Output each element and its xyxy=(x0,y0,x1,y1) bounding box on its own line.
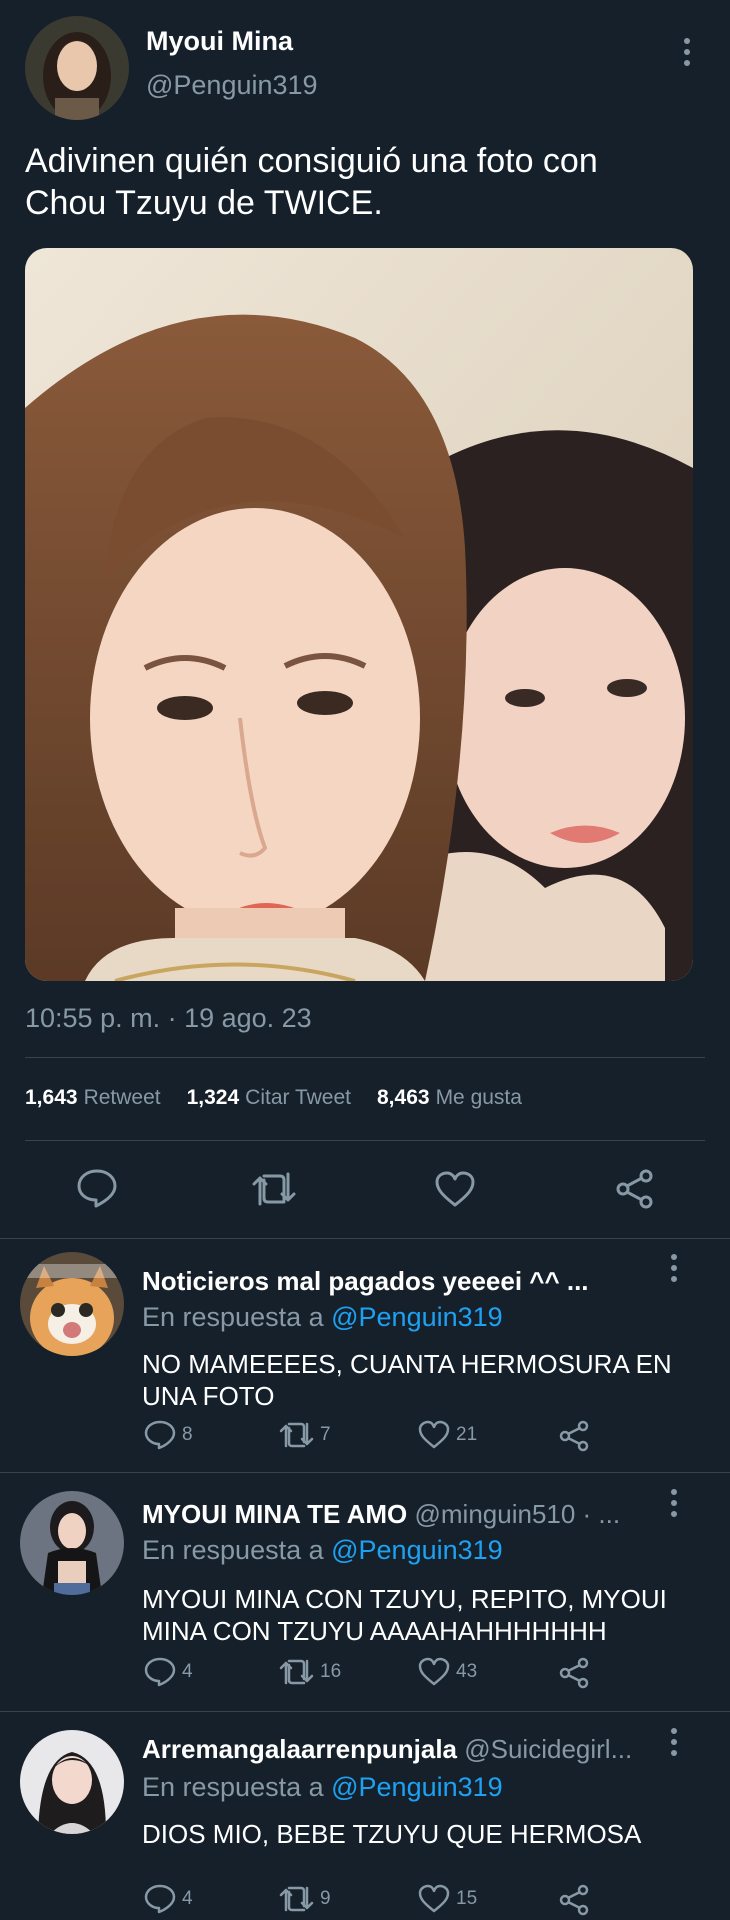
retweet-label: Retweet xyxy=(83,1086,161,1109)
tweet-photo[interactable] xyxy=(25,248,693,981)
like-label: Me gusta xyxy=(435,1086,522,1109)
share-icon[interactable] xyxy=(614,1168,656,1210)
reply-author-name[interactable]: Arremangalaarrenpunjala @Suicidegirl... xyxy=(142,1734,662,1765)
like-count: 15 xyxy=(456,1888,478,1909)
quote-label: Citar Tweet xyxy=(245,1086,351,1109)
reply-count: 4 xyxy=(182,1888,193,1909)
reply-text-line-1: NO MAMEEEES, CUANTA HERMOSURA EN xyxy=(142,1349,672,1379)
reply-text-line-2: UNA FOTO xyxy=(142,1381,275,1411)
reply-tweet[interactable]: Arremangalaarrenpunjala @Suicidegirl... … xyxy=(0,1712,730,1920)
retweet-icon xyxy=(279,1886,314,1912)
retweet-icon[interactable] xyxy=(250,1170,298,1208)
quote-count: 1,324 xyxy=(186,1086,240,1109)
divider xyxy=(25,1057,705,1058)
author-handle[interactable]: @Penguin319 xyxy=(146,70,318,101)
more-options-icon[interactable] xyxy=(667,1489,681,1517)
divider xyxy=(25,1140,705,1141)
reply-context: En respuesta a @Penguin319 xyxy=(142,1535,503,1566)
heart-icon xyxy=(418,1884,450,1913)
author-name[interactable]: Myoui Mina xyxy=(146,26,293,57)
share-icon xyxy=(559,1884,589,1916)
reply-retweet-button[interactable]: 9 xyxy=(278,1884,331,1914)
reply-author-display-name: MYOUI MINA TE AMO xyxy=(142,1499,408,1529)
reply-count: 8 xyxy=(182,1424,193,1445)
reply-avatar[interactable] xyxy=(20,1730,124,1834)
reply-icon xyxy=(144,1420,176,1450)
reply-text: DIOS MIO, BEBE TZUYU QUE HERMOSA xyxy=(142,1818,702,1850)
reply-avatar[interactable] xyxy=(20,1252,124,1356)
reply-context-prefix: En respuesta a xyxy=(142,1772,332,1802)
retweet-icon xyxy=(279,1659,314,1685)
reply-icon[interactable] xyxy=(76,1168,118,1208)
reply-mention-link[interactable]: @Penguin319 xyxy=(331,1535,503,1565)
reply-author-display-name: Noticieros mal pagados yeeeei ^^ ... xyxy=(142,1266,589,1296)
reply-text-line-1: DIOS MIO, BEBE TZUYU QUE HERMOSA xyxy=(142,1819,642,1849)
reply-retweet-button[interactable]: 7 xyxy=(278,1420,331,1450)
reply-text-line-1: MYOUI MINA CON TZUYU, REPITO, MYOUI xyxy=(142,1584,667,1614)
tweet-timestamp[interactable]: 10:55 p. m. · 19 ago. 23 xyxy=(25,1003,312,1034)
reply-context: En respuesta a @Penguin319 xyxy=(142,1302,503,1333)
tweet-text-line-2: Chou Tzuyu de TWICE. xyxy=(25,184,383,222)
reply-mention-link[interactable]: @Penguin319 xyxy=(331,1302,503,1332)
tweet-stats: 1,643 Retweet 1,324 Citar Tweet 8,463 Me gu… xyxy=(25,1086,548,1110)
more-options-icon[interactable] xyxy=(680,38,694,66)
tweet-text: Adivinen quién consiguió una foto con Ch… xyxy=(25,140,705,224)
reply-tweet[interactable]: MYOUI MINA TE AMO @minguin510 · ... En r… xyxy=(0,1473,730,1711)
reply-reply-button[interactable]: 4 xyxy=(144,1657,193,1687)
reply-text: NO MAMEEEES, CUANTA HERMOSURA EN UNA FOT… xyxy=(142,1348,702,1412)
like-count: 8,463 xyxy=(377,1086,430,1109)
reply-share-button[interactable] xyxy=(558,1420,590,1452)
reply-tweet[interactable]: Noticieros mal pagados yeeeei ^^ ... En … xyxy=(0,1238,730,1472)
reply-reply-button[interactable]: 4 xyxy=(144,1884,193,1914)
reply-share-button[interactable] xyxy=(558,1657,590,1689)
retweet-count: 9 xyxy=(320,1888,331,1909)
retweet-count: 1,643 xyxy=(25,1086,78,1109)
quote-stat[interactable]: 1,324 Citar Tweet xyxy=(187,1086,351,1110)
reply-icon xyxy=(144,1657,176,1687)
reply-like-button[interactable]: 15 xyxy=(418,1884,477,1914)
share-icon xyxy=(559,1657,589,1689)
retweet-count: 16 xyxy=(320,1661,342,1682)
reply-context: En respuesta a @Penguin319 xyxy=(142,1772,503,1803)
reply-author-name[interactable]: MYOUI MINA TE AMO @minguin510 · ... xyxy=(142,1499,662,1530)
heart-icon xyxy=(418,1420,450,1449)
reply-context-prefix: En respuesta a xyxy=(142,1302,332,1332)
more-options-icon[interactable] xyxy=(667,1254,681,1282)
heart-icon xyxy=(418,1657,450,1686)
reply-text: MYOUI MINA CON TZUYU, REPITO, MYOUI MINA… xyxy=(142,1583,702,1647)
reply-like-button[interactable]: 43 xyxy=(418,1657,477,1687)
reply-avatar[interactable] xyxy=(20,1491,124,1595)
retweet-stat[interactable]: 1,643 Retweet xyxy=(25,1086,161,1110)
heart-icon[interactable] xyxy=(434,1170,476,1208)
reply-text-line-2: MINA CON TZUYU AAAAHAHHHHHHH xyxy=(142,1616,607,1646)
author-avatar[interactable] xyxy=(25,16,129,120)
reply-author-handle: @Suicidegirl... xyxy=(457,1734,633,1764)
reply-share-button[interactable] xyxy=(558,1884,590,1916)
reply-count: 4 xyxy=(182,1661,193,1682)
reply-context-prefix: En respuesta a xyxy=(142,1535,332,1565)
reply-author-display-name: Arremangalaarrenpunjala xyxy=(142,1734,458,1764)
like-count: 21 xyxy=(456,1424,478,1445)
reply-author-handle: @minguin510 · ... xyxy=(407,1499,621,1529)
reply-retweet-button[interactable]: 16 xyxy=(278,1657,341,1687)
reply-like-button[interactable]: 21 xyxy=(418,1420,477,1450)
share-icon xyxy=(559,1420,589,1452)
reply-reply-button[interactable]: 8 xyxy=(144,1420,193,1450)
retweet-count: 7 xyxy=(320,1424,331,1445)
reply-icon xyxy=(144,1884,176,1914)
reply-author-name[interactable]: Noticieros mal pagados yeeeei ^^ ... xyxy=(142,1266,662,1297)
like-stat[interactable]: 8,463 Me gusta xyxy=(377,1086,522,1110)
like-count: 43 xyxy=(456,1661,478,1682)
reply-mention-link[interactable]: @Penguin319 xyxy=(331,1772,503,1802)
more-options-icon[interactable] xyxy=(667,1728,681,1756)
retweet-icon xyxy=(279,1422,314,1448)
tweet-text-line-1: Adivinen quién consiguió una foto con xyxy=(25,142,598,180)
